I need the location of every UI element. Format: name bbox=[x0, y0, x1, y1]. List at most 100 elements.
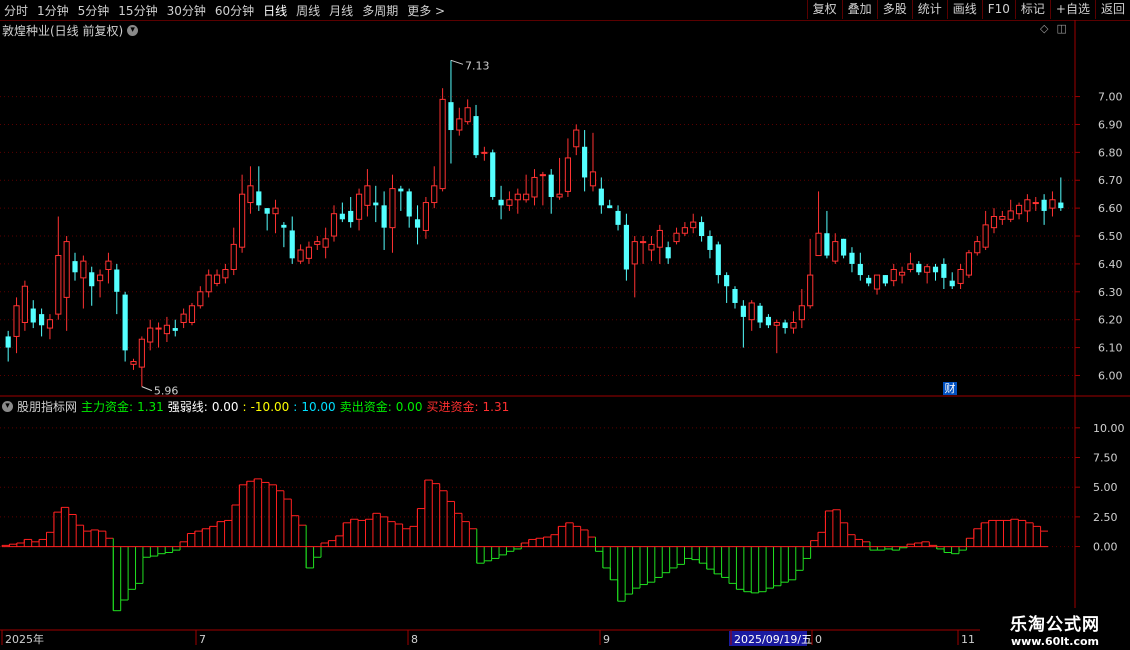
candle-body bbox=[464, 107, 471, 123]
candle-body bbox=[974, 241, 981, 254]
watermark-logo: 乐淘公式网 www.60lt.com bbox=[980, 608, 1130, 650]
candle-body bbox=[39, 314, 45, 326]
watermark-line1: 乐淘公式网 bbox=[1010, 615, 1100, 635]
low-label: 5.96 bbox=[154, 385, 179, 398]
candle-body bbox=[866, 277, 872, 284]
candle-body bbox=[5, 336, 11, 348]
candle-body bbox=[907, 263, 914, 270]
candle-body bbox=[105, 260, 112, 270]
candle-body bbox=[13, 305, 20, 337]
candle-body bbox=[949, 280, 955, 287]
candle-body bbox=[631, 241, 638, 265]
candle-body bbox=[289, 230, 295, 259]
candle-body bbox=[748, 302, 755, 321]
ind-tick-label: 2.50 bbox=[1093, 511, 1118, 524]
candle-body bbox=[841, 238, 847, 256]
candle-body bbox=[155, 327, 162, 330]
candle-body bbox=[1024, 199, 1031, 212]
candle-body bbox=[230, 243, 237, 270]
date-cursor-label: 2025/09/19/五 bbox=[734, 633, 812, 646]
date-month-label: 7 bbox=[199, 633, 206, 646]
candle-body bbox=[172, 328, 178, 331]
candle-body bbox=[707, 236, 713, 250]
candle-body bbox=[439, 98, 446, 190]
kline-chart-surface[interactable]: 7.00 6.90 6.80 6.70 6.60 6.50 6.40 6.30 6.20 6.10… bbox=[0, 0, 1130, 650]
candle-body bbox=[448, 102, 454, 131]
candle-body bbox=[681, 227, 688, 234]
candle-body bbox=[389, 188, 396, 229]
candle-body bbox=[514, 193, 521, 201]
candle-body bbox=[999, 216, 1006, 220]
low-marker bbox=[141, 386, 153, 392]
price-tick-label: 6.90 bbox=[1098, 118, 1123, 131]
candle-body bbox=[890, 268, 897, 282]
candle-body bbox=[414, 219, 421, 228]
candle-body bbox=[205, 274, 212, 293]
high-marker bbox=[450, 59, 464, 65]
candle-body bbox=[381, 205, 387, 228]
finance-badge[interactable]: 财 bbox=[943, 382, 957, 395]
candle-body bbox=[272, 207, 279, 215]
candle-body bbox=[598, 188, 604, 206]
watermark-line2: www.60lt.com bbox=[1010, 635, 1100, 648]
candle-body bbox=[824, 233, 830, 256]
candle-body bbox=[122, 294, 128, 351]
candle-body bbox=[957, 268, 964, 284]
candle-body bbox=[899, 271, 906, 276]
candle-body bbox=[297, 249, 304, 262]
candle-body bbox=[1049, 199, 1056, 209]
candle-body bbox=[539, 174, 546, 177]
candle-body bbox=[330, 213, 338, 237]
candle-body bbox=[96, 274, 104, 282]
candle-body bbox=[607, 205, 613, 209]
candle-body bbox=[623, 224, 629, 270]
candle-body bbox=[523, 193, 530, 201]
date-year-label: 2025年 bbox=[5, 632, 44, 646]
candle-body bbox=[757, 305, 763, 323]
date-month-label: 9 bbox=[603, 633, 610, 646]
candle-body bbox=[648, 243, 655, 251]
candle-body bbox=[982, 224, 989, 248]
candle-body bbox=[490, 152, 496, 197]
candle-body bbox=[72, 261, 78, 273]
candle-body bbox=[724, 275, 730, 287]
candle-body bbox=[46, 319, 54, 329]
ind-tick-label: 0.00 bbox=[1093, 541, 1118, 554]
candle-body bbox=[222, 268, 229, 279]
candle-body bbox=[932, 266, 939, 273]
candle-body bbox=[398, 188, 404, 192]
candle-body bbox=[373, 202, 379, 206]
ind-tick-label: 7.50 bbox=[1093, 452, 1118, 465]
candle-body bbox=[431, 185, 438, 204]
candle-body bbox=[798, 305, 805, 321]
high-label: 7.13 bbox=[465, 59, 490, 72]
candle-body bbox=[364, 185, 371, 206]
candle-body bbox=[531, 176, 538, 198]
candle-body bbox=[114, 269, 120, 292]
candle-body bbox=[849, 252, 855, 264]
candle-body bbox=[481, 151, 488, 154]
candle-body bbox=[473, 116, 479, 156]
candle-body bbox=[188, 305, 196, 323]
candle-body bbox=[163, 324, 170, 335]
candle-body bbox=[355, 193, 363, 220]
candle-body bbox=[147, 327, 154, 343]
price-tick-label: 6.70 bbox=[1098, 174, 1123, 187]
date-month-label: 11 bbox=[961, 633, 975, 646]
candle-body bbox=[916, 263, 922, 273]
ind-tick-label: 10.00 bbox=[1093, 422, 1125, 435]
candle-body bbox=[740, 305, 746, 317]
candle-body bbox=[1015, 204, 1023, 215]
candle-body bbox=[1007, 210, 1014, 220]
candle-body bbox=[247, 185, 254, 204]
candle-body bbox=[89, 272, 95, 287]
candle-body bbox=[21, 285, 28, 323]
candle-body bbox=[197, 291, 204, 307]
candle-body bbox=[63, 241, 70, 298]
price-tick-label: 6.10 bbox=[1098, 342, 1123, 355]
candle-body bbox=[941, 263, 947, 278]
candle-body bbox=[138, 338, 145, 368]
candle-body bbox=[130, 361, 137, 365]
date-month-label: 0 bbox=[815, 633, 822, 646]
candle-body bbox=[506, 199, 513, 206]
